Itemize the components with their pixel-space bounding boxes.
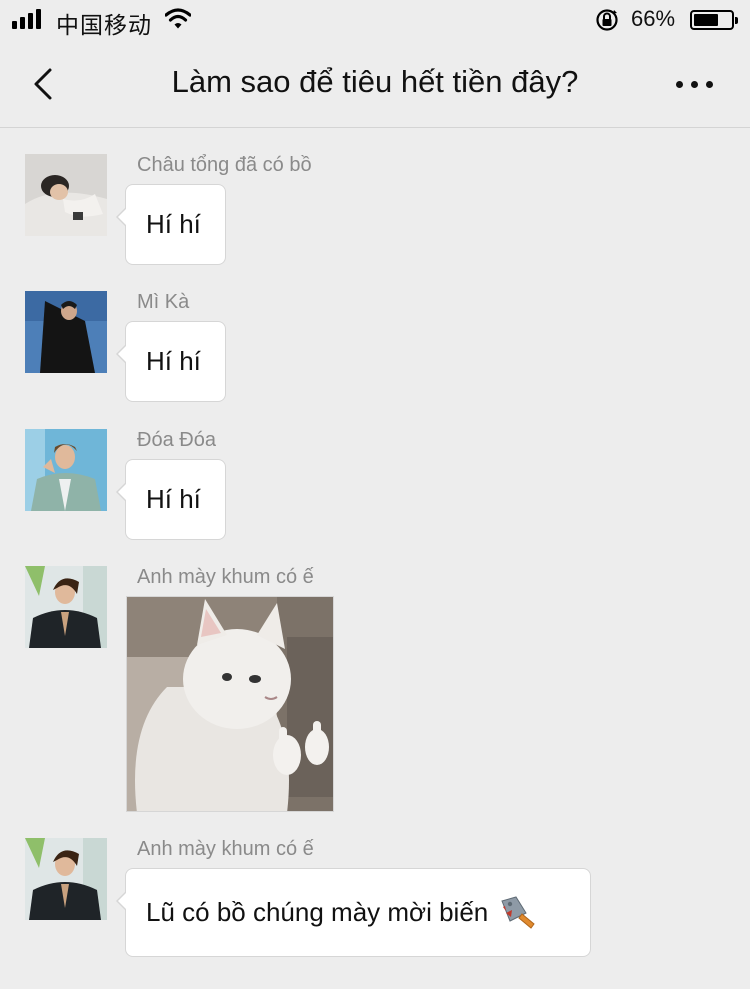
dot-icon xyxy=(691,80,698,88)
chat-header: Làm sao để tiêu hết tiền đây? xyxy=(0,42,750,128)
sender-name: Châu tổng đã có bồ xyxy=(137,154,312,176)
sender-name: Anh mày khum có ế xyxy=(137,566,314,588)
avatar[interactable] xyxy=(25,429,107,511)
sender-name: Anh mày khum có ế xyxy=(137,838,314,860)
more-options-button[interactable] xyxy=(676,74,720,94)
wifi-icon xyxy=(165,8,191,29)
avatar[interactable] xyxy=(25,291,107,373)
avatar[interactable] xyxy=(25,154,107,236)
message-bubble[interactable]: Lũ có bồ chúng mày mời biến xyxy=(116,868,591,957)
battery-icon xyxy=(690,10,738,30)
image-message[interactable] xyxy=(126,596,334,812)
avatar[interactable] xyxy=(25,838,107,920)
signal-strength-icon xyxy=(12,9,41,29)
battery-fill xyxy=(694,14,718,26)
rotation-lock-icon xyxy=(596,9,618,31)
sender-name: Đóa Đóa xyxy=(137,429,216,451)
avatar[interactable] xyxy=(25,566,107,648)
cleaver-knife-icon xyxy=(501,895,535,929)
message-bubble[interactable]: Hí hí xyxy=(116,321,226,402)
carrier-name: 中国移动 xyxy=(56,12,152,38)
message-bubble[interactable]: Hí hí xyxy=(116,459,226,540)
message-bubble[interactable]: Hí hí xyxy=(116,184,226,265)
battery-percent: 66% xyxy=(631,6,676,31)
dot-icon xyxy=(676,80,683,88)
status-bar: 中国移动 66% xyxy=(0,0,750,42)
message-text: Lũ có bồ chúng mày mời biến xyxy=(146,897,489,927)
sender-name: Mì Kà xyxy=(137,291,190,313)
dot-icon xyxy=(706,80,713,88)
chat-title: Làm sao để tiêu hết tiền đây? xyxy=(171,64,579,99)
